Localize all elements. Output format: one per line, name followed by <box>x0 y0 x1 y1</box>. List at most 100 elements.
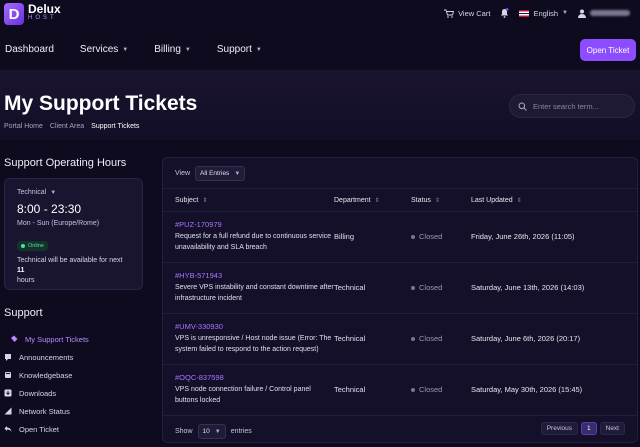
ticket-id[interactable]: #HYB-571943 <box>175 271 222 280</box>
column-department[interactable]: Department ⇕ <box>334 197 380 204</box>
search-box <box>509 94 635 118</box>
language-selector[interactable]: English ▼ <box>519 9 568 18</box>
ticket-icon <box>10 335 18 343</box>
user-icon <box>578 9 586 18</box>
open-ticket-button[interactable]: Open Ticket <box>580 39 636 61</box>
column-last-updated[interactable]: Last Updated ⇕ <box>471 197 522 204</box>
page-header: My Support Tickets Portal Home Client Ar… <box>0 70 640 140</box>
show-label: Show <box>175 428 193 435</box>
status-dot-icon <box>411 234 415 239</box>
ticket-id[interactable]: #UMV-330930 <box>175 322 223 331</box>
table-row[interactable]: #UMV-330930 VPS is unresponsive / Host n… <box>163 314 637 365</box>
ticket-id[interactable]: #PUZ-170979 <box>175 220 222 229</box>
view-cart-link[interactable]: View Cart <box>444 9 490 18</box>
pagination: Previous 1 Next <box>540 422 625 435</box>
ticket-subject: Request for a full refund due to continu… <box>175 233 332 251</box>
breadcrumb-client-area[interactable]: Client Area <box>50 123 84 130</box>
search-input[interactable] <box>533 101 628 111</box>
chevron-down-icon: ▼ <box>50 189 57 196</box>
online-dot-icon <box>21 244 25 248</box>
language-label: English <box>533 8 559 18</box>
nav-billing[interactable]: Billing ▼ <box>154 44 191 55</box>
megaphone-icon <box>4 353 12 361</box>
sidebar-item-my-tickets[interactable]: My Support Tickets <box>4 330 144 348</box>
ticket-status: Closed <box>411 232 442 241</box>
book-icon <box>4 371 12 379</box>
bell-icon <box>501 8 509 18</box>
chevron-down-icon: ▼ <box>214 428 221 435</box>
entries-label: entries <box>230 428 252 435</box>
cart-icon <box>444 9 455 18</box>
logo-mark: D <box>4 3 24 25</box>
status-dot-icon <box>411 387 415 392</box>
download-icon <box>4 389 12 397</box>
sort-icon: ⇕ <box>434 198 440 204</box>
search-icon <box>518 102 527 111</box>
breadcrumb-portal-home[interactable]: Portal Home <box>4 123 43 130</box>
nav-dashboard[interactable]: Dashboard <box>5 44 54 55</box>
sidebar-item-announcements[interactable]: Announcements <box>4 348 144 366</box>
previous-page-button[interactable]: Previous <box>540 422 578 435</box>
breadcrumb: Portal Home Client Area Support Tickets <box>4 123 139 130</box>
ticket-subject: Severe VPS instability and constant down… <box>175 284 334 302</box>
sidebar-item-open-ticket[interactable]: Open Ticket <box>4 420 144 438</box>
nav-support[interactable]: Support ▼ <box>217 44 262 55</box>
sort-icon: ⇕ <box>374 198 380 204</box>
reply-icon <box>4 425 12 433</box>
status-badge: Online <box>17 241 48 251</box>
user-name-redacted <box>590 10 630 16</box>
ticket-id[interactable]: #OQC-837598 <box>175 373 224 382</box>
sidebar-item-knowledgebase[interactable]: Knowledgebase <box>4 366 144 384</box>
top-bar: D Delux HOST View Cart English ▼ <box>0 0 640 30</box>
ticket-subject: VPS is unresponsive / Host node issue (E… <box>175 335 332 353</box>
ticket-status: Closed <box>411 283 442 292</box>
table-row[interactable]: #OQC-837598 VPS node connection failure … <box>163 365 637 416</box>
notifications-button[interactable] <box>500 8 509 18</box>
page-1-button[interactable]: 1 <box>581 422 597 435</box>
hours-department-selector[interactable]: Technical ▼ <box>17 189 130 196</box>
hours-days: Mon - Sun (Europe/Rome) <box>17 220 100 227</box>
column-subject[interactable]: Subject ⇕ <box>175 197 207 204</box>
chevron-down-icon: ▼ <box>255 46 262 53</box>
chevron-down-icon: ▼ <box>234 170 241 177</box>
user-menu[interactable] <box>578 9 630 18</box>
page-title: My Support Tickets <box>4 92 198 115</box>
ticket-department: Technical <box>334 283 366 292</box>
table-row[interactable]: #HYB-571943 Severe VPS instability and c… <box>163 263 637 314</box>
sidebar-item-network-status[interactable]: Network Status <box>4 402 144 420</box>
column-status[interactable]: Status ⇕ <box>411 197 440 204</box>
availability-text: Technical will be available for next 11 … <box>17 257 123 284</box>
sidebar-item-downloads[interactable]: Downloads <box>4 384 144 402</box>
nav-services[interactable]: Services ▼ <box>80 44 128 55</box>
ticket-subject: VPS node connection failure / Control pa… <box>175 386 311 404</box>
table-header: Subject ⇕ Department ⇕ Status ⇕ Last Update… <box>163 188 637 212</box>
ticket-updated: Friday, June 26th, 2026 (11:05) <box>471 232 575 241</box>
view-filter-select[interactable]: All Entries ▼ <box>195 166 246 181</box>
signal-icon <box>4 407 12 415</box>
chevron-down-icon: ▼ <box>122 46 129 53</box>
next-page-button[interactable]: Next <box>599 422 625 435</box>
status-dot-icon <box>411 285 415 290</box>
page-size-select[interactable]: 10 ▼ <box>197 424 226 439</box>
ticket-status: Closed <box>411 385 442 394</box>
sort-icon: ⇕ <box>202 198 208 204</box>
logo-sub: HOST <box>28 15 57 21</box>
ticket-updated: Saturday, May 30th, 2026 (15:45) <box>471 385 583 394</box>
hours-heading: Support Operating Hours <box>4 157 127 169</box>
main-nav: Dashboard Services ▼ Billing ▼ Support ▼ Op… <box>0 36 640 64</box>
ticket-status: Closed <box>411 334 442 343</box>
view-cart-label: View Cart <box>458 8 491 18</box>
tickets-panel: View All Entries ▼ Subject ⇕ Department ⇕ … <box>162 157 638 443</box>
status-dot-icon <box>411 336 415 341</box>
table-row[interactable]: #PUZ-170979 Request for a full refund du… <box>163 212 637 263</box>
hours-card: Technical ▼ 8:00 - 23:30 Mon - Sun (Euro… <box>4 178 143 290</box>
view-label: View <box>175 170 191 177</box>
ticket-department: Technical <box>334 334 366 343</box>
breadcrumb-current: Support Tickets <box>91 123 140 130</box>
sort-icon: ⇕ <box>516 198 522 204</box>
logo[interactable]: D Delux HOST <box>4 3 61 25</box>
chevron-down-icon: ▼ <box>562 10 568 16</box>
support-menu: My Support Tickets Announcements Knowled… <box>4 330 144 438</box>
ticket-department: Technical <box>334 385 366 394</box>
ticket-department: Billing <box>334 232 355 241</box>
